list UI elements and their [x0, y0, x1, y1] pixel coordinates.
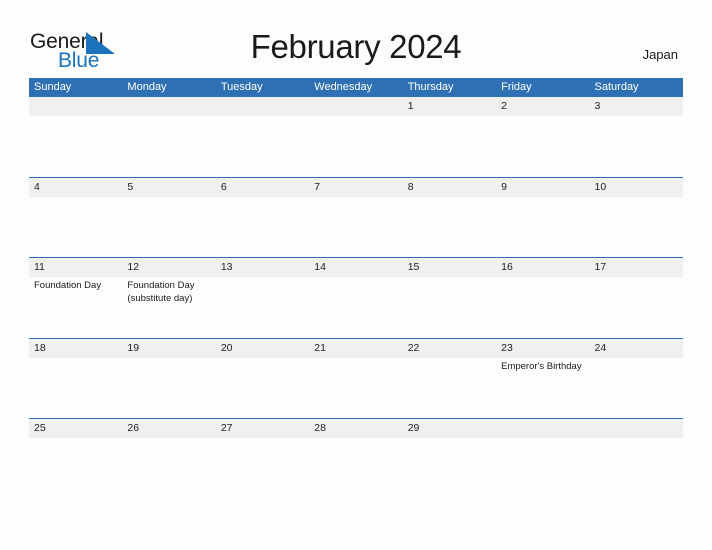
day-event	[590, 438, 683, 498]
day-number[interactable]: 6	[216, 178, 309, 197]
day-number[interactable]: 16	[496, 258, 589, 277]
day-number[interactable]: 18	[29, 339, 122, 358]
day-event	[29, 116, 122, 176]
weekday-header-friday: Friday	[501, 81, 532, 93]
day-number[interactable]: 25	[29, 419, 122, 438]
calendar-week-row: 18 19 20 21 22 23 24 Emperor's Birthday	[29, 337, 683, 419]
day-event: Emperor's Birthday	[501, 360, 582, 372]
day-event	[216, 116, 309, 176]
calendar-week-row: 1 2 3	[29, 96, 683, 177]
week-event-band	[29, 438, 683, 498]
day-number[interactable]: 22	[403, 339, 496, 358]
weekday-header-wednesday: Wednesday	[314, 81, 373, 93]
day-number[interactable]	[590, 419, 683, 438]
weekday-header-saturday: Saturday	[594, 81, 639, 93]
weekday-header-tuesday: Tuesday	[220, 81, 263, 93]
weekday-header-monday: Monday	[127, 81, 167, 93]
day-event	[590, 358, 683, 418]
week-event-band: Emperor's Birthday	[29, 357, 683, 418]
day-event: Foundation Day (substitute day)	[127, 280, 195, 304]
day-number[interactable]	[496, 419, 589, 438]
day-event	[590, 277, 683, 337]
day-event	[216, 197, 309, 257]
day-number[interactable]: 23	[496, 339, 589, 358]
day-event	[403, 358, 496, 418]
week-day-number-band: 11 12 13 14 15 16 17	[29, 258, 683, 277]
page-title: February 2024	[250, 28, 462, 65]
day-number[interactable]	[29, 97, 122, 116]
day-event	[216, 438, 309, 498]
day-number[interactable]: 21	[309, 339, 402, 358]
day-event	[403, 116, 496, 176]
day-number[interactable]: 19	[122, 339, 215, 358]
weekday-header-sunday: Sunday	[34, 81, 72, 93]
day-number[interactable]: 14	[309, 258, 402, 277]
day-event	[590, 116, 683, 176]
week-event-band	[29, 196, 683, 257]
day-number[interactable]	[122, 97, 215, 116]
day-number[interactable]: 11	[29, 258, 122, 277]
day-number[interactable]	[216, 97, 309, 116]
country-label: Japan	[642, 47, 678, 62]
day-number[interactable]: 27	[216, 419, 309, 438]
day-number[interactable]: 12	[122, 258, 215, 277]
calendar-week-row: 4 5 6 7 8 9 10	[29, 176, 683, 258]
day-number[interactable]: 2	[496, 97, 589, 116]
day-event	[309, 438, 402, 498]
day-number[interactable]: 29	[403, 419, 496, 438]
week-day-number-band: 1 2 3	[29, 97, 683, 116]
day-number[interactable]: 9	[496, 178, 589, 197]
week-event-band	[29, 116, 683, 176]
day-event	[403, 438, 496, 498]
week-day-number-band: 4 5 6 7 8 9 10	[29, 177, 683, 197]
day-event	[403, 277, 496, 337]
day-event	[309, 197, 402, 257]
day-event	[29, 438, 122, 498]
day-event	[122, 116, 215, 176]
day-number[interactable]: 24	[590, 339, 683, 358]
day-number[interactable]: 13	[216, 258, 309, 277]
day-event	[216, 277, 309, 337]
calendar-grid: Sunday Monday Tuesday Wednesday Thursday…	[29, 78, 683, 499]
day-number[interactable]	[309, 97, 402, 116]
day-event	[403, 197, 496, 257]
day-event	[122, 438, 215, 498]
calendar-week-row: 25 26 27 28 29	[29, 418, 683, 499]
week-day-number-band: 18 19 20 21 22 23 24	[29, 338, 683, 358]
day-event	[29, 358, 122, 418]
day-event	[309, 277, 402, 337]
day-event	[496, 277, 589, 337]
day-number[interactable]: 1	[403, 97, 496, 116]
day-number[interactable]: 3	[590, 97, 683, 116]
day-event	[216, 358, 309, 418]
day-number[interactable]: 10	[590, 178, 683, 197]
day-event	[496, 197, 589, 257]
day-event	[29, 197, 122, 257]
day-event	[309, 358, 402, 418]
day-number[interactable]: 17	[590, 258, 683, 277]
day-event	[309, 116, 402, 176]
week-event-band: Foundation Day Foundation Day (substitut…	[29, 277, 683, 337]
day-event	[122, 197, 215, 257]
day-number[interactable]: 15	[403, 258, 496, 277]
page-header: General Blue February 2024 Japan	[0, 0, 712, 76]
day-number[interactable]: 7	[309, 178, 402, 197]
day-number[interactable]: 5	[122, 178, 215, 197]
calendar-page: General Blue February 2024 Japan Sunday …	[0, 0, 712, 550]
week-day-number-band: 25 26 27 28 29	[29, 419, 683, 438]
day-number[interactable]: 4	[29, 178, 122, 197]
calendar-week-row: 11 12 13 14 15 16 17 Foundation Day Foun…	[29, 257, 683, 338]
day-number[interactable]: 28	[309, 419, 402, 438]
day-event	[590, 197, 683, 257]
day-event	[496, 438, 589, 498]
day-event: Foundation Day	[34, 280, 102, 291]
day-event	[496, 116, 589, 176]
day-number[interactable]: 26	[122, 419, 215, 438]
weekday-header-thursday: Thursday	[407, 81, 454, 93]
day-event	[122, 358, 215, 418]
weekday-header-row: Sunday Monday Tuesday Wednesday Thursday…	[29, 78, 683, 96]
day-number[interactable]: 8	[403, 178, 496, 197]
day-number[interactable]: 20	[216, 339, 309, 358]
